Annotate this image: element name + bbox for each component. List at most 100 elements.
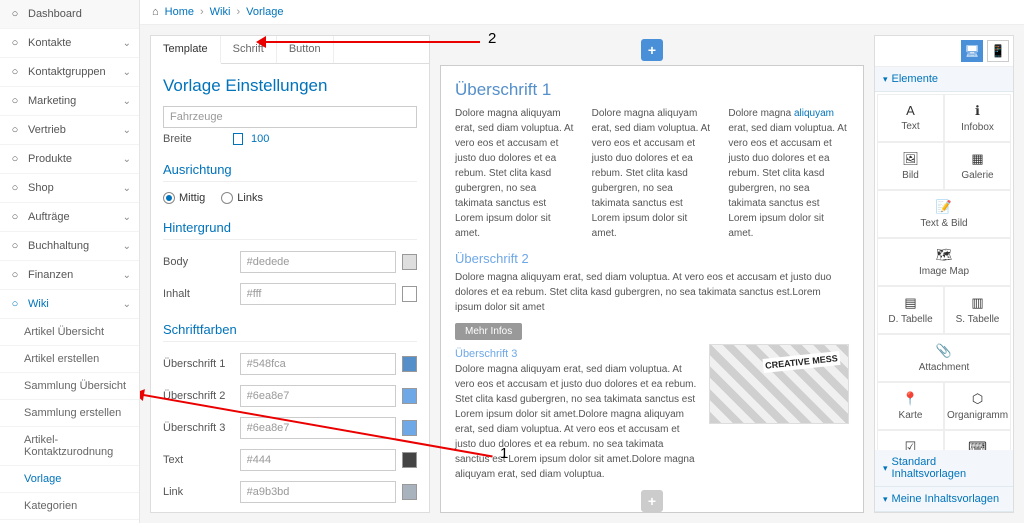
element-icon: 🗺	[936, 247, 953, 263]
sidebar-item-buchhaltung[interactable]: ○Buchhaltung⌄	[0, 232, 139, 261]
accounting-icon: ○	[8, 239, 22, 253]
device-desktop[interactable]: 🖥	[961, 40, 983, 62]
element-galerie[interactable]: ▦Galerie	[944, 142, 1011, 190]
text-input[interactable]	[240, 449, 396, 471]
sidebar-item-finanzen[interactable]: ○ Finanzen⌄	[0, 261, 139, 290]
element-icon: A	[906, 103, 915, 118]
sidebar-item-aufträge[interactable]: ○Aufträge⌄	[0, 203, 139, 232]
element-bild[interactable]: 🖼Bild	[877, 142, 944, 190]
preview-h1: Überschrift 1	[455, 80, 849, 100]
sidebar-sub-sammlung-übersicht[interactable]: Sammlung Übersicht	[0, 373, 139, 400]
sidebar-label: Vertrieb	[28, 124, 123, 136]
sales-icon: ○	[8, 123, 22, 137]
chevron-down-icon: ⌄	[123, 154, 131, 165]
device-mobile[interactable]: 📱	[987, 40, 1009, 62]
sidebar-item-produkte[interactable]: ○Produkte⌄	[0, 145, 139, 174]
add-row-top[interactable]: +	[641, 39, 663, 61]
chevron-down-icon: ⌄	[123, 183, 131, 194]
element-icon: 📍	[902, 391, 918, 407]
home-icon[interactable]: ⌂	[152, 6, 159, 18]
tab-template[interactable]: Template	[151, 36, 221, 64]
sidebar-item-vertrieb[interactable]: ○ Vertrieb⌄	[0, 116, 139, 145]
sidebar-item-marketing[interactable]: ○Marketing⌄	[0, 87, 139, 116]
element-d-tabelle[interactable]: ▤D. Tabelle	[877, 286, 944, 334]
u3-swatch[interactable]	[402, 420, 417, 436]
element-attachment[interactable]: 📎Attachment	[877, 334, 1011, 382]
sidebar-sub-sammlung-erstellen[interactable]: Sammlung erstellen	[0, 400, 139, 427]
element-karte[interactable]: 📍Karte	[877, 382, 944, 430]
sidebar-sub-kategorien[interactable]: Kategorien	[0, 493, 139, 520]
u2-swatch[interactable]	[402, 388, 417, 404]
dashboard-icon: ○	[8, 7, 22, 21]
element-checkliste[interactable]: ☑Checkliste	[877, 430, 944, 450]
preview-button[interactable]: Mehr Infos	[455, 323, 522, 340]
finance-icon: ○	[8, 268, 22, 282]
preview-link[interactable]: gubergren	[520, 394, 566, 405]
element-organigramm[interactable]: ⬡Organigramm	[944, 382, 1011, 430]
sidebar-label: Marketing	[28, 95, 123, 107]
chevron-down-icon: ⌄	[123, 125, 131, 136]
element-image-map[interactable]: 🗺Image Map	[877, 238, 1011, 286]
element-eingabefeld[interactable]: ⌨Eingabefeld	[944, 430, 1011, 450]
radio-mittig[interactable]: Mittig	[163, 192, 205, 204]
link-input[interactable]	[240, 481, 396, 503]
accordion-standard[interactable]: ▾Standard Inhaltsvorlagen	[875, 450, 1013, 487]
chevron-down-icon: ⌄	[123, 38, 131, 49]
u2-input[interactable]	[240, 385, 396, 407]
bg-inhalt-input[interactable]	[240, 283, 396, 305]
sidebar-label: Aufträge	[28, 211, 123, 223]
template-name-input[interactable]	[163, 106, 417, 128]
preview-para3: Dolore magna aliquyam erat, sed diam vol…	[455, 362, 697, 482]
chevron-down-icon: ⌄	[123, 67, 131, 78]
bg-body-swatch[interactable]	[402, 254, 417, 270]
u1-swatch[interactable]	[402, 356, 417, 372]
radio-links[interactable]: Links	[221, 192, 263, 204]
preview-h3: Überschrift 3	[455, 348, 697, 360]
accordion-elemente[interactable]: ▾Elemente	[875, 67, 1013, 92]
sidebar-item-shop[interactable]: ○Shop⌄	[0, 174, 139, 203]
sidebar-sub-artikel-übersicht[interactable]: Artikel Übersicht	[0, 319, 139, 346]
u1-input[interactable]	[240, 353, 396, 375]
add-row-bottom[interactable]: +	[641, 490, 663, 512]
sidebar-sub-artikel-erstellen[interactable]: Artikel erstellen	[0, 346, 139, 373]
annotation-2: 2	[488, 30, 496, 47]
element-icon: ☑	[905, 439, 917, 450]
sidebar-label: Finanzen	[28, 269, 123, 281]
element-text[interactable]: AText	[877, 94, 944, 142]
marketing-icon: ○	[8, 94, 22, 108]
sidebar-item-kontaktgruppen[interactable]: ○Kontaktgruppen⌄	[0, 58, 139, 87]
link-swatch[interactable]	[402, 484, 417, 500]
wiki-icon: ○	[8, 297, 22, 311]
sidebar-sub-artikel-kontaktzurodnung[interactable]: Artikel-Kontaktzurodnung	[0, 427, 139, 466]
sidebar-item-kontakte[interactable]: ○Kontakte⌄	[0, 29, 139, 58]
section-ausrichtung: Ausrichtung	[163, 162, 417, 182]
u1-label: Überschrift 1	[163, 358, 240, 370]
element-s-tabelle[interactable]: ▥S. Tabelle	[944, 286, 1011, 334]
sidebar-sub-vorlage[interactable]: Vorlage	[0, 466, 139, 493]
sidebar-label: Wiki	[28, 298, 123, 310]
sidebar-label: Dashboard	[28, 8, 131, 20]
text-swatch[interactable]	[402, 452, 417, 468]
chevron-down-icon: ⌄	[123, 270, 131, 281]
element-infobox[interactable]: ℹInfobox	[944, 94, 1011, 142]
breadcrumb-sep: ›	[200, 6, 204, 18]
bg-body-input[interactable]	[240, 251, 396, 273]
breadcrumb-home[interactable]: Home	[165, 6, 194, 18]
preview-col: Dolore magna aliquyam erat, sed diam vol…	[455, 106, 576, 241]
accordion-meine[interactable]: ▾Meine Inhaltsvorlagen	[875, 487, 1013, 512]
preview-link[interactable]: aliquyam	[794, 108, 834, 119]
sidebar-item-dashboard[interactable]: ○ Dashboard	[0, 0, 139, 29]
preview-para2: Dolore magna aliquyam erat, sed diam vol…	[455, 270, 849, 315]
bg-inhalt-swatch[interactable]	[402, 286, 417, 302]
breadcrumb-sep: ›	[236, 6, 240, 18]
sidebar-item-wiki[interactable]: ○Wiki⌄	[0, 290, 139, 319]
breite-value: 100	[251, 133, 269, 145]
text-label: Text	[163, 454, 240, 466]
element-icon: ▦	[971, 151, 983, 167]
bg-inhalt-label: Inhalt	[163, 288, 240, 300]
element-label: Organigramm	[947, 410, 1008, 421]
element-text-bild[interactable]: 📝Text & Bild	[877, 190, 1011, 238]
breadcrumb-wiki[interactable]: Wiki	[210, 6, 231, 18]
shop-icon: ○	[8, 181, 22, 195]
breadcrumb-vorlage[interactable]: Vorlage	[246, 6, 283, 18]
